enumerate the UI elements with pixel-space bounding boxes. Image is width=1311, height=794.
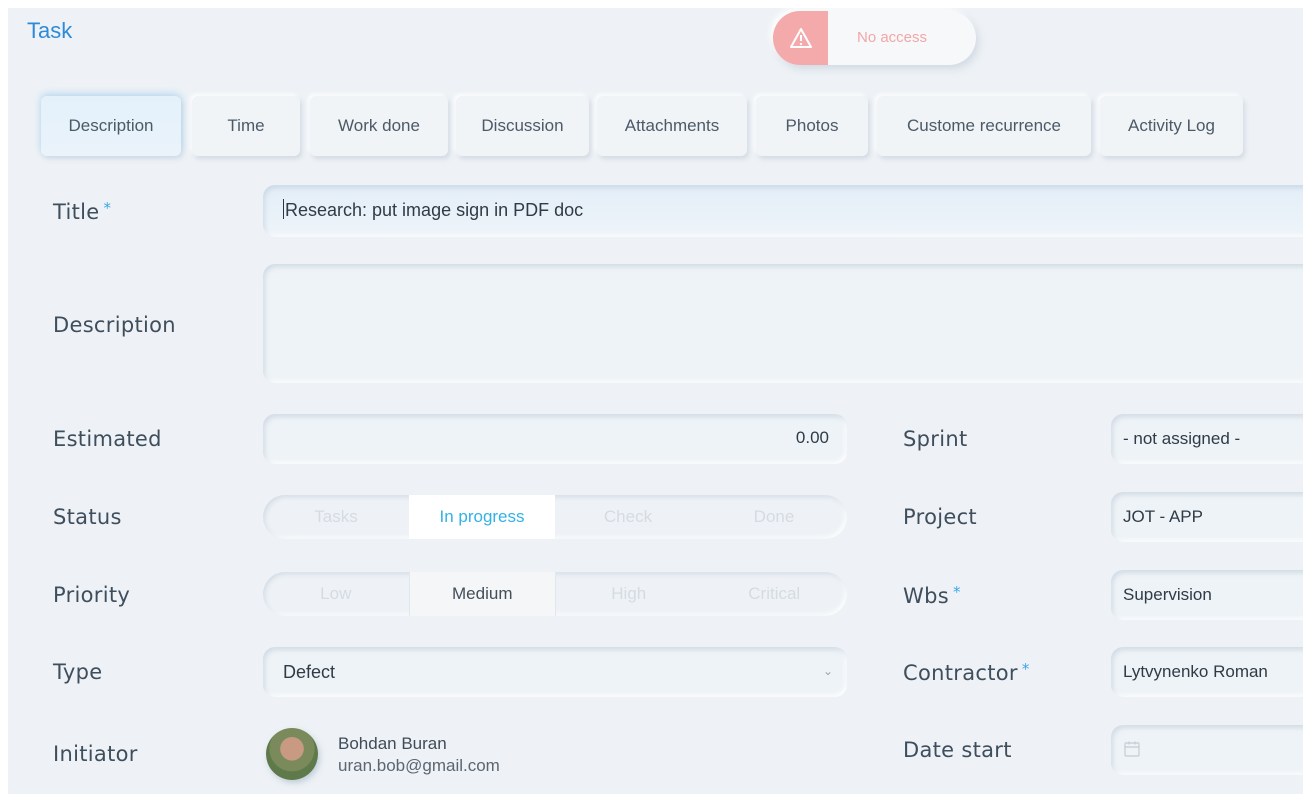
status-segmented-control[interactable]: Tasks In progress Check Done: [263, 495, 847, 539]
contractor-select[interactable]: Lytvynenko Roman: [1111, 647, 1303, 697]
title-label: Title *: [53, 199, 111, 224]
page-title: Task: [27, 18, 73, 43]
warning-icon: [773, 11, 828, 65]
contractor-label-text: Contractor: [903, 661, 1018, 685]
initiator-name: Bohdan Buran: [338, 734, 447, 753]
calendar-icon[interactable]: [1123, 740, 1141, 758]
tab-time[interactable]: Time: [192, 96, 300, 156]
title-input-value: Research: put image sign in PDF doc: [285, 200, 584, 220]
sprint-select[interactable]: - not assigned -: [1111, 414, 1303, 464]
tab-custome-recurrence[interactable]: Custome recurrence: [877, 96, 1091, 156]
status-option-check[interactable]: Check: [555, 495, 701, 539]
project-select[interactable]: JOT - APP: [1111, 492, 1303, 542]
status-label: Status: [53, 505, 122, 529]
priority-option-medium[interactable]: Medium: [408, 572, 556, 616]
date-start-input[interactable]: [1111, 725, 1303, 775]
tab-attachments[interactable]: Attachments: [597, 96, 747, 156]
priority-option-high[interactable]: High: [556, 572, 702, 616]
title-label-text: Title: [53, 200, 100, 224]
estimated-input[interactable]: 0.00: [263, 414, 847, 464]
initiator-label: Initiator: [53, 742, 138, 766]
estimated-label: Estimated: [53, 427, 162, 451]
tab-photos[interactable]: Photos: [756, 96, 868, 156]
priority-label: Priority: [53, 583, 131, 607]
initiator-email: uran.bob@gmail.com: [338, 756, 500, 775]
sprint-label: Sprint: [903, 427, 968, 451]
text-caret: [283, 199, 284, 219]
title-input[interactable]: Research: put image sign in PDF doc: [263, 185, 1303, 237]
no-access-badge: No access: [773, 11, 976, 65]
priority-option-low[interactable]: Low: [263, 572, 409, 616]
avatar: [266, 728, 318, 780]
required-mark: *: [1021, 660, 1030, 678]
required-mark: *: [952, 583, 961, 601]
chevron-down-icon: ⌄: [822, 664, 833, 678]
type-label: Type: [53, 660, 103, 684]
description-textarea[interactable]: [263, 264, 1303, 383]
required-mark: *: [103, 199, 112, 217]
status-option-tasks[interactable]: Tasks: [263, 495, 409, 539]
wbs-label-text: Wbs: [903, 584, 949, 608]
no-access-text: No access: [857, 29, 928, 46]
project-label: Project: [903, 505, 977, 529]
status-option-in-progress[interactable]: In progress: [409, 495, 555, 539]
tab-description[interactable]: Description: [41, 96, 181, 156]
wbs-select[interactable]: Supervision: [1111, 570, 1303, 620]
priority-option-critical[interactable]: Critical: [702, 572, 848, 616]
tab-activity-log[interactable]: Activity Log: [1100, 96, 1243, 156]
type-select[interactable]: Defect ⌄: [263, 647, 847, 697]
task-panel: Task No access Description Time Work don…: [8, 8, 1303, 794]
description-label: Description: [53, 313, 176, 337]
tab-work-done[interactable]: Work done: [310, 96, 448, 156]
contractor-label: Contractor *: [903, 660, 1030, 685]
type-select-value: Defect: [283, 662, 336, 682]
priority-segmented-control[interactable]: Low Medium High Critical: [263, 572, 847, 616]
tab-discussion[interactable]: Discussion: [456, 96, 589, 156]
wbs-label: Wbs *: [903, 583, 961, 608]
status-option-done[interactable]: Done: [701, 495, 847, 539]
date-start-label: Date start: [903, 738, 1012, 762]
